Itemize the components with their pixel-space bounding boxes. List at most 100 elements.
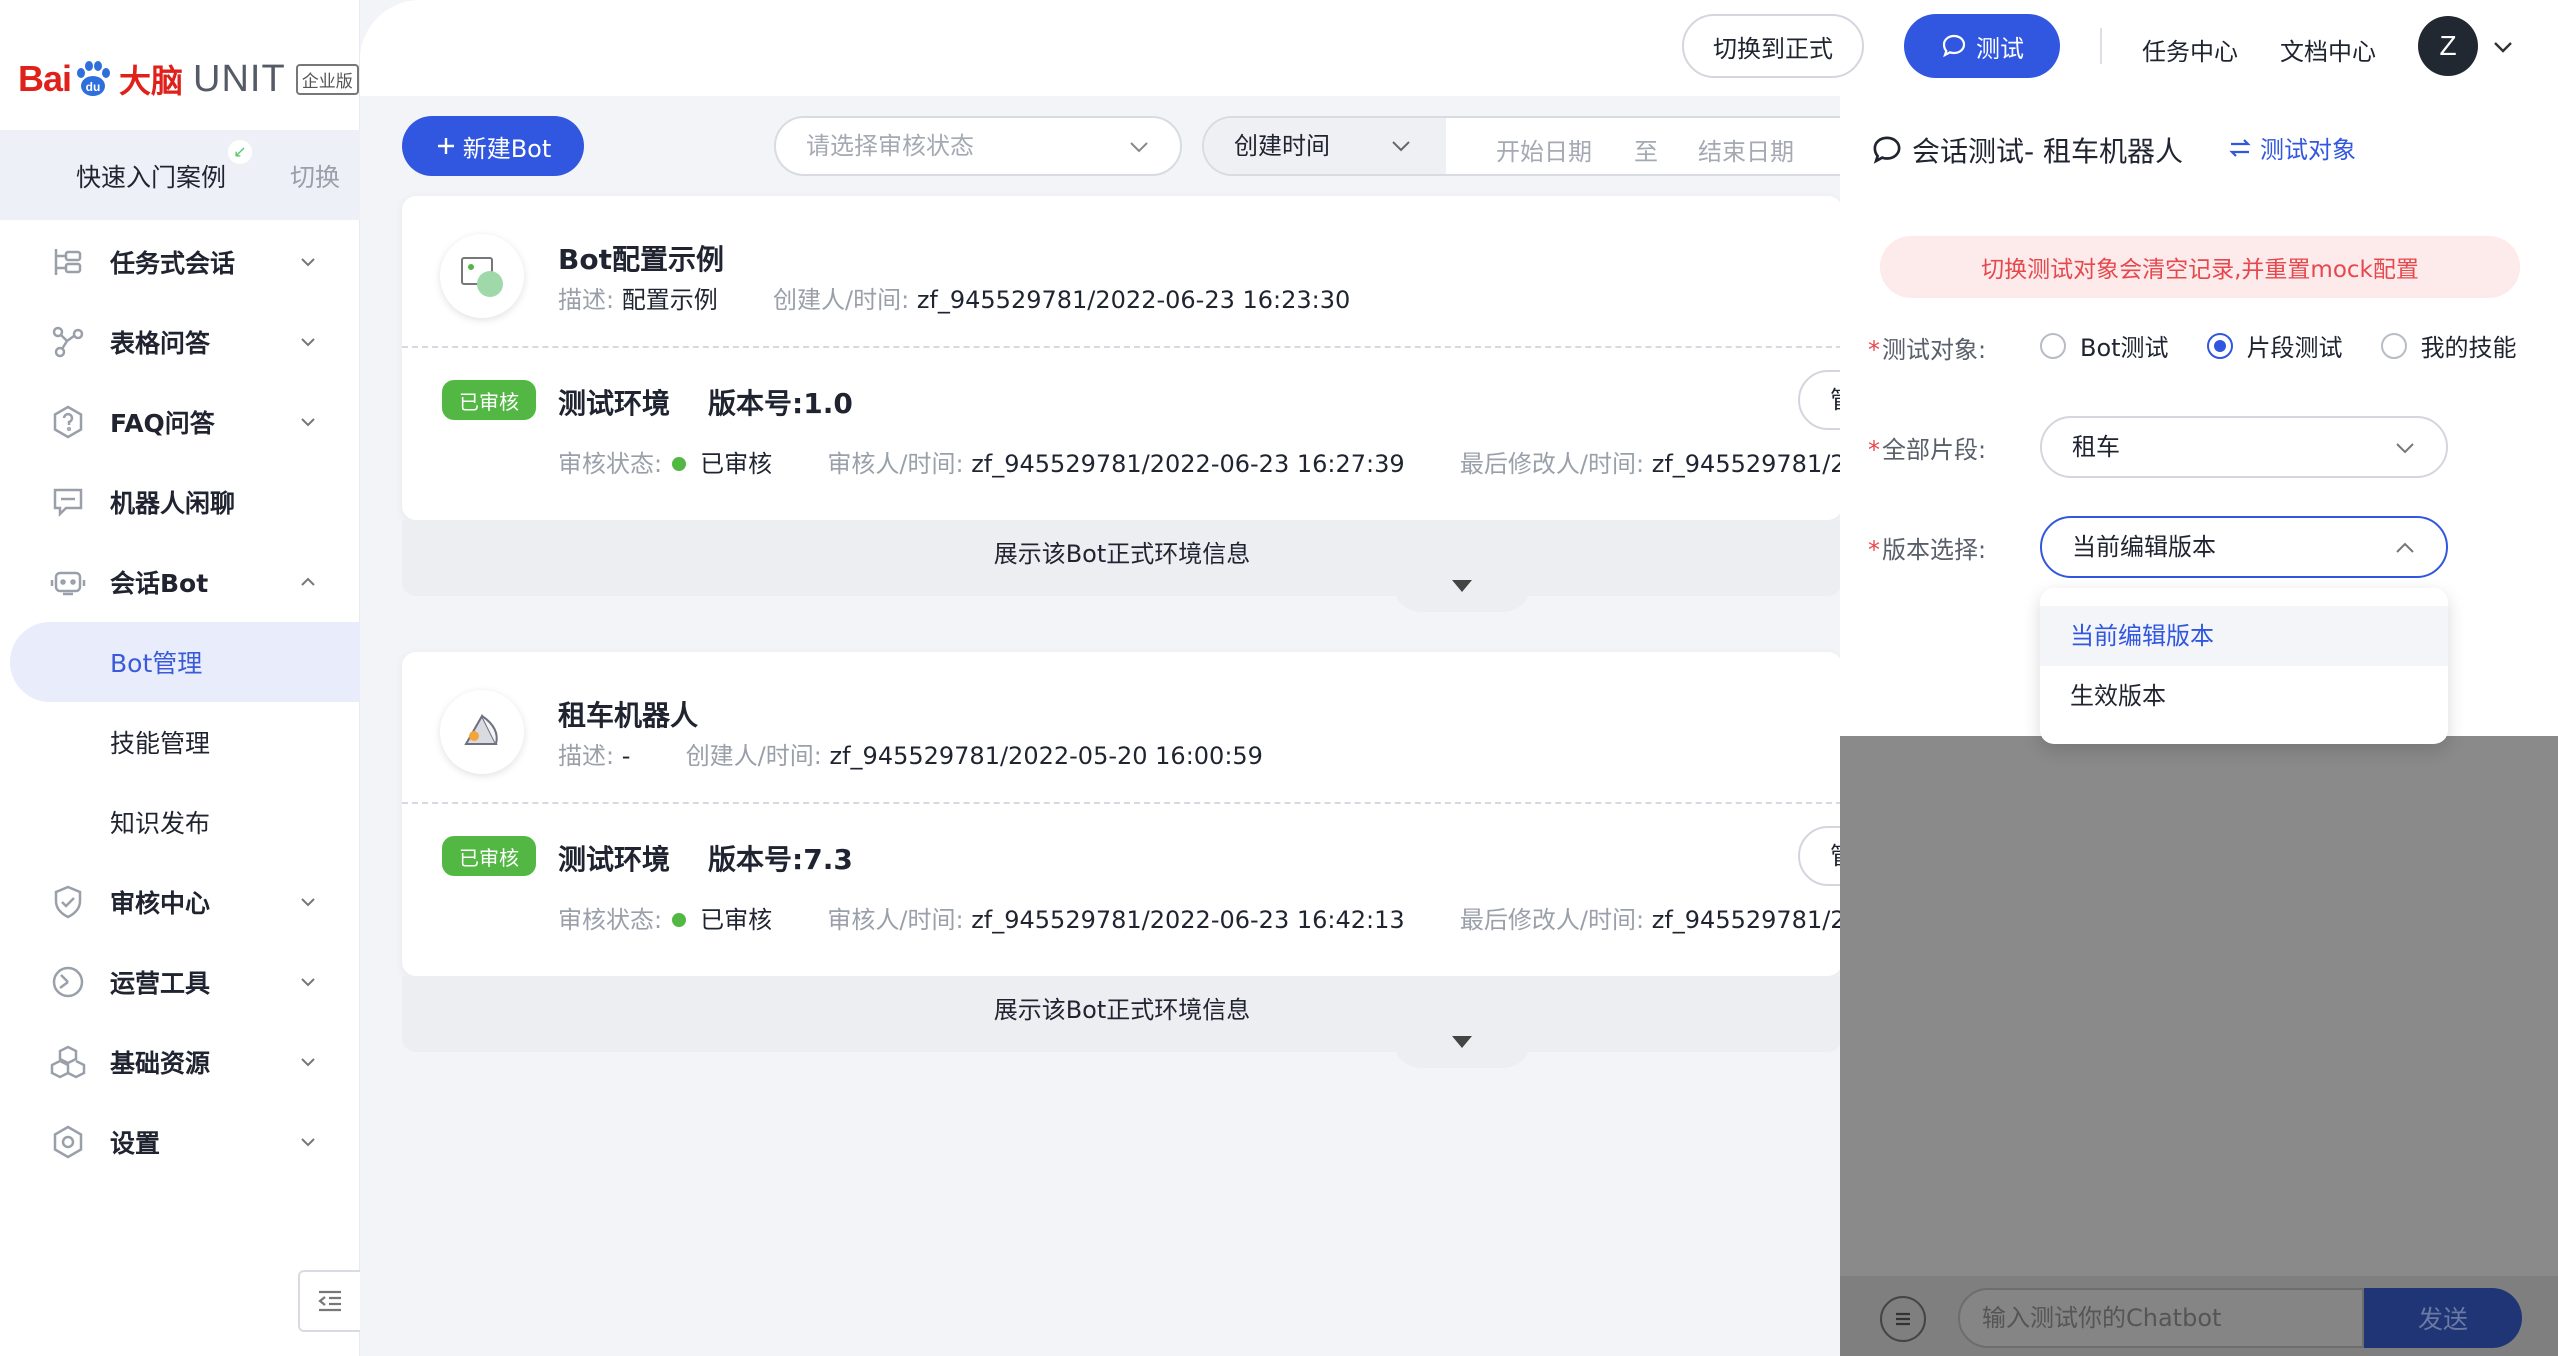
env-name: 测试环境: [558, 387, 671, 420]
send-button[interactable]: 发送: [2364, 1288, 2522, 1348]
status-dot-icon: [672, 913, 687, 927]
chevron-down-icon: [301, 1058, 315, 1067]
sidebar-item-ops-tools[interactable]: 运营工具: [0, 942, 360, 1022]
radio-circle[interactable]: [2380, 332, 2407, 359]
warning-banner: 切换测试对象会清空记录,并重置mock配置: [1880, 236, 2520, 298]
sidebar-item-label: FAQ问答: [110, 409, 215, 438]
chevron-down-icon: [301, 258, 315, 267]
sidebar-item-task-dialog[interactable]: 任务式会话: [0, 222, 360, 302]
sidebar-item-bot-manage[interactable]: Bot管理: [10, 622, 360, 702]
expand-tab: [1392, 572, 1532, 612]
task-tree-icon: [54, 249, 82, 275]
bot-meta: 描述: 配置示例 创建人/时间: zf_945529781/2022-06-23…: [558, 280, 1350, 315]
sidebar-item-base-resources[interactable]: 基础资源: [0, 1022, 360, 1102]
desc-value: -: [621, 742, 631, 770]
radio-label: 片段测试: [2246, 334, 2343, 362]
shield-check-icon: [54, 885, 82, 919]
sidebar-item-chitchat[interactable]: 机器人闲聊: [0, 462, 360, 542]
segment-select[interactable]: 租车: [2040, 416, 2448, 478]
sidebar-item-settings[interactable]: 设置: [0, 1102, 360, 1182]
sidebar-item-faq[interactable]: FAQ问答: [0, 382, 360, 462]
gear-icon: [53, 1125, 83, 1159]
gauge-icon: [52, 966, 84, 998]
chevron-down-icon: [301, 978, 315, 987]
plus-icon: [437, 138, 454, 154]
quick-start-label[interactable]: 快速入门案例: [76, 158, 226, 194]
new-bot-button[interactable]: 新建Bot: [402, 116, 584, 176]
sidebar-item-dialog-bot[interactable]: 会话Bot: [0, 542, 360, 622]
bot-avatar: [440, 690, 524, 774]
date-type-select[interactable]: 创建时间: [1204, 118, 1446, 174]
radio-circle[interactable]: [2040, 332, 2066, 359]
caret-down-icon: [1452, 580, 1472, 592]
desc-value: 配置示例: [621, 286, 718, 314]
question-hexagon-icon: [53, 405, 83, 439]
expand-tab: [1392, 1028, 1532, 1068]
expand-formal-env-bar[interactable]: 展示该Bot正式环境信息: [402, 976, 1842, 1068]
desc-label: 描述:: [558, 286, 615, 314]
expand-label: 展示该Bot正式环境信息: [993, 540, 1251, 568]
env-meta: 审核状态: 已审核 审核人/时间: zf_945529781/2022-06-23…: [558, 900, 1861, 935]
avatar[interactable]: Z: [2418, 16, 2478, 76]
quick-start-switch[interactable]: 切换: [290, 158, 340, 194]
switch-test-target-link[interactable]: 测试对象: [2228, 130, 2356, 165]
sidebar-item-label: 会话Bot: [110, 569, 209, 598]
list-menu-icon[interactable]: [1880, 1296, 1926, 1342]
modifier-value: zf_945529781/20: [1651, 450, 1861, 478]
task-center-link[interactable]: 任务中心: [2142, 32, 2238, 67]
audit-status-value: 已审核: [700, 450, 773, 478]
chevron-up-icon: [301, 577, 315, 586]
version-value: 当前编辑版本: [2072, 533, 2216, 561]
chevron-down-icon: [301, 898, 315, 907]
chat-bubble-icon: [1942, 34, 1966, 58]
version-select[interactable]: 当前编辑版本: [2040, 516, 2448, 578]
sidebar-item-knowledge-publish[interactable]: 知识发布: [0, 782, 360, 862]
auditor-label: 审核人/时间:: [827, 906, 964, 934]
date-type-value: 创建时间: [1234, 132, 1330, 160]
radio-bot-test[interactable]: Bot测试: [2040, 328, 2169, 363]
modifier-label: 最后修改人/时间:: [1459, 450, 1645, 478]
caret-down-icon: [1452, 1036, 1472, 1048]
bot-card: 租车机器人 描述: - 创建人/时间: zf_945529781/2022-05…: [402, 652, 1878, 976]
version-dropdown: 当前编辑版本 生效版本: [2040, 588, 2448, 744]
auditor-value: zf_945529781/2022-06-23 16:27:39: [971, 450, 1405, 478]
end-date-input[interactable]: 结束日期: [1698, 132, 1794, 167]
audit-status-select[interactable]: 请选择审核状态: [774, 116, 1182, 176]
chevron-down-icon[interactable]: [2492, 36, 2514, 58]
doc-center-link[interactable]: 文档中心: [2280, 32, 2376, 67]
sidebar-item-label: 基础资源: [110, 1049, 211, 1078]
segment-value: 租车: [2072, 433, 2120, 461]
pin-icon[interactable]: ↙: [228, 140, 252, 164]
rental-bot-icon: [464, 713, 498, 745]
collapse-sidebar-button[interactable]: [298, 1270, 360, 1332]
dropdown-option-effective[interactable]: 生效版本: [2040, 666, 2448, 726]
version-number: 版本号:7.3: [708, 843, 853, 876]
sidebar-item-label: 任务式会话: [110, 249, 236, 278]
test-button[interactable]: 测试: [1904, 14, 2060, 78]
paw-icon: du: [77, 61, 111, 96]
radio-segment-test[interactable]: 片段测试: [2206, 328, 2343, 363]
radio-my-skills[interactable]: 我的技能: [2380, 328, 2517, 363]
bot-name[interactable]: 租车机器人: [558, 694, 698, 734]
chat-input[interactable]: 输入测试你的Chatbot: [1958, 1288, 2364, 1348]
auditor-value: zf_945529781/2022-06-23 16:42:13: [971, 906, 1405, 934]
radio-label: 我的技能: [2420, 334, 2517, 362]
bot-config-image-icon: [461, 257, 503, 297]
collapse-icon: [318, 1290, 341, 1312]
quick-start-bar: 快速入门案例 ↙ 切换: [0, 130, 360, 220]
audit-status-value: 已审核: [700, 906, 773, 934]
expand-formal-env-bar[interactable]: 展示该Bot正式环境信息: [402, 520, 1842, 612]
drawer-title: 会话测试- 租车机器人: [1870, 130, 2183, 170]
switch-to-formal-button[interactable]: 切换到正式: [1682, 14, 1864, 78]
sidebar-item-label: 设置: [110, 1129, 161, 1158]
baidu-unit-logo[interactable]: Bai du 大脑 UNIT 企业版: [18, 56, 359, 102]
radio-circle-selected[interactable]: [2206, 332, 2233, 359]
start-date-input[interactable]: 开始日期: [1496, 132, 1592, 167]
chevron-down-icon: [301, 1138, 315, 1147]
bot-name[interactable]: Bot配置示例: [558, 238, 724, 278]
sidebar-item-audit-center[interactable]: 审核中心: [0, 862, 360, 942]
sidebar-item-table-qa[interactable]: 表格问答: [0, 302, 360, 382]
dropdown-option-current-edit[interactable]: 当前编辑版本: [2040, 606, 2448, 666]
bot-card-header: Bot配置示例 描述: 配置示例 创建人/时间: zf_945529781/20…: [402, 196, 1842, 348]
sidebar-item-skill-manage[interactable]: 技能管理: [0, 702, 360, 782]
